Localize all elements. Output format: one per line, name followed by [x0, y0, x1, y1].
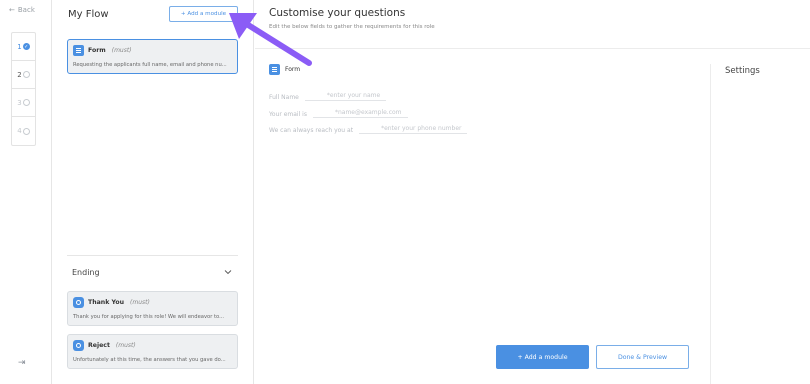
add-module-button[interactable]: + Add a module [496, 345, 589, 369]
smile-icon [73, 297, 84, 308]
divider [67, 255, 238, 256]
arrow-left-icon: ← [9, 6, 15, 14]
module-card-reject[interactable]: Reject (must) Unfortunately at this time… [67, 334, 238, 369]
module-name: Reject [88, 342, 110, 349]
module-name: Form [88, 47, 106, 54]
step-list: 1 ✓ 2 3 4 [11, 32, 36, 146]
email-input[interactable]: *name@example.com [312, 109, 408, 118]
field-label: We can always reach you at [269, 127, 354, 134]
module-tag: (must) [111, 47, 132, 54]
module-card-form[interactable]: Form (must) Requesting the applicants fu… [67, 39, 238, 74]
step-rail: ← Back 1 ✓ 2 3 4 ⇥ [0, 0, 52, 384]
circle-icon [22, 99, 30, 106]
step-2[interactable]: 2 [12, 61, 35, 89]
module-tag: (must) [115, 342, 136, 349]
collapse-sidebar-icon[interactable]: ⇥ [18, 358, 26, 368]
settings-heading: Settings [725, 66, 760, 76]
step-3[interactable]: 3 [12, 89, 35, 117]
flow-title: My Flow [68, 9, 109, 20]
field-label: Your email is [269, 111, 307, 118]
divider [710, 64, 711, 384]
annotation-arrow-icon [229, 13, 312, 66]
step-4[interactable]: 4 [12, 117, 35, 145]
full-name-input[interactable]: *enter your name [304, 92, 387, 101]
field-label: Full Name [269, 94, 299, 101]
circle-icon [22, 127, 30, 135]
module-desc: Requesting the applicants full name, ema… [73, 62, 227, 68]
phone-input[interactable]: *enter your phone number [359, 125, 468, 134]
chevron-down-icon[interactable] [224, 268, 232, 276]
ending-section-label: Ending [72, 268, 100, 277]
done-preview-button[interactable]: Done & Preview [596, 345, 689, 369]
field-email: Your email is *name@example.com [269, 109, 408, 118]
form-icon [73, 45, 84, 56]
step-number: 2 [17, 70, 22, 79]
frown-icon [73, 340, 84, 351]
module-desc: Unfortunately at this time, the answers … [73, 357, 226, 363]
step-number: 1 [17, 42, 22, 51]
module-card-thank-you[interactable]: Thank You (must) Thank you for applying … [67, 291, 238, 326]
back-label: Back [17, 6, 35, 14]
step-number: 4 [17, 127, 22, 135]
module-tag: (must) [130, 299, 150, 306]
module-desc: Thank you for applying for this role! We… [73, 314, 225, 320]
flow-panel: My Flow + Add a module Form (must) Reque… [52, 0, 254, 384]
back-button[interactable]: ← Back [9, 6, 35, 14]
field-full-name: Full Name *enter your name [269, 92, 387, 101]
step-1[interactable]: 1 ✓ [12, 33, 35, 61]
check-icon: ✓ [22, 43, 30, 50]
divider [255, 48, 810, 49]
field-phone: We can always reach you at *enter your p… [269, 125, 468, 134]
circle-icon [22, 71, 30, 78]
step-number: 3 [17, 98, 22, 107]
editor-panel: Customise your questions Edit the below … [255, 0, 810, 384]
module-name: Thank You [88, 299, 125, 306]
